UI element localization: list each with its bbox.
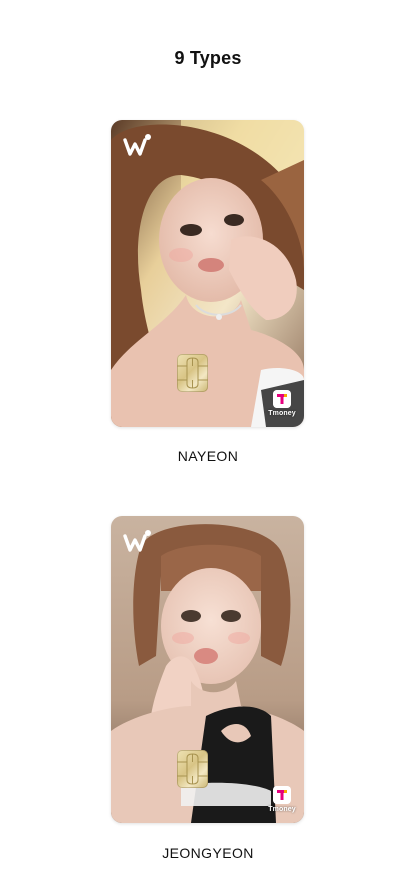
tmoney-logo-icon — [273, 786, 291, 804]
tmoney-label: Tmoney — [268, 410, 296, 417]
card-chip-icon — [177, 354, 208, 392]
card-chip-icon — [177, 750, 208, 788]
tmoney-badge: Tmoney — [267, 786, 297, 813]
card-caption: NAYEON — [177, 448, 239, 464]
page-title: 9 Types — [174, 48, 242, 68]
weverse-logo-icon — [123, 530, 151, 552]
card-caption: JEONGYEON — [162, 845, 254, 861]
tmoney-label: Tmoney — [268, 806, 296, 813]
weverse-logo-icon — [123, 134, 151, 156]
photo-card-jeongyeon[interactable]: Tmoney — [111, 516, 304, 823]
photo-card-nayeon[interactable]: Tmoney — [111, 120, 304, 427]
tmoney-badge: Tmoney — [267, 390, 297, 417]
tmoney-logo-icon — [273, 390, 291, 408]
